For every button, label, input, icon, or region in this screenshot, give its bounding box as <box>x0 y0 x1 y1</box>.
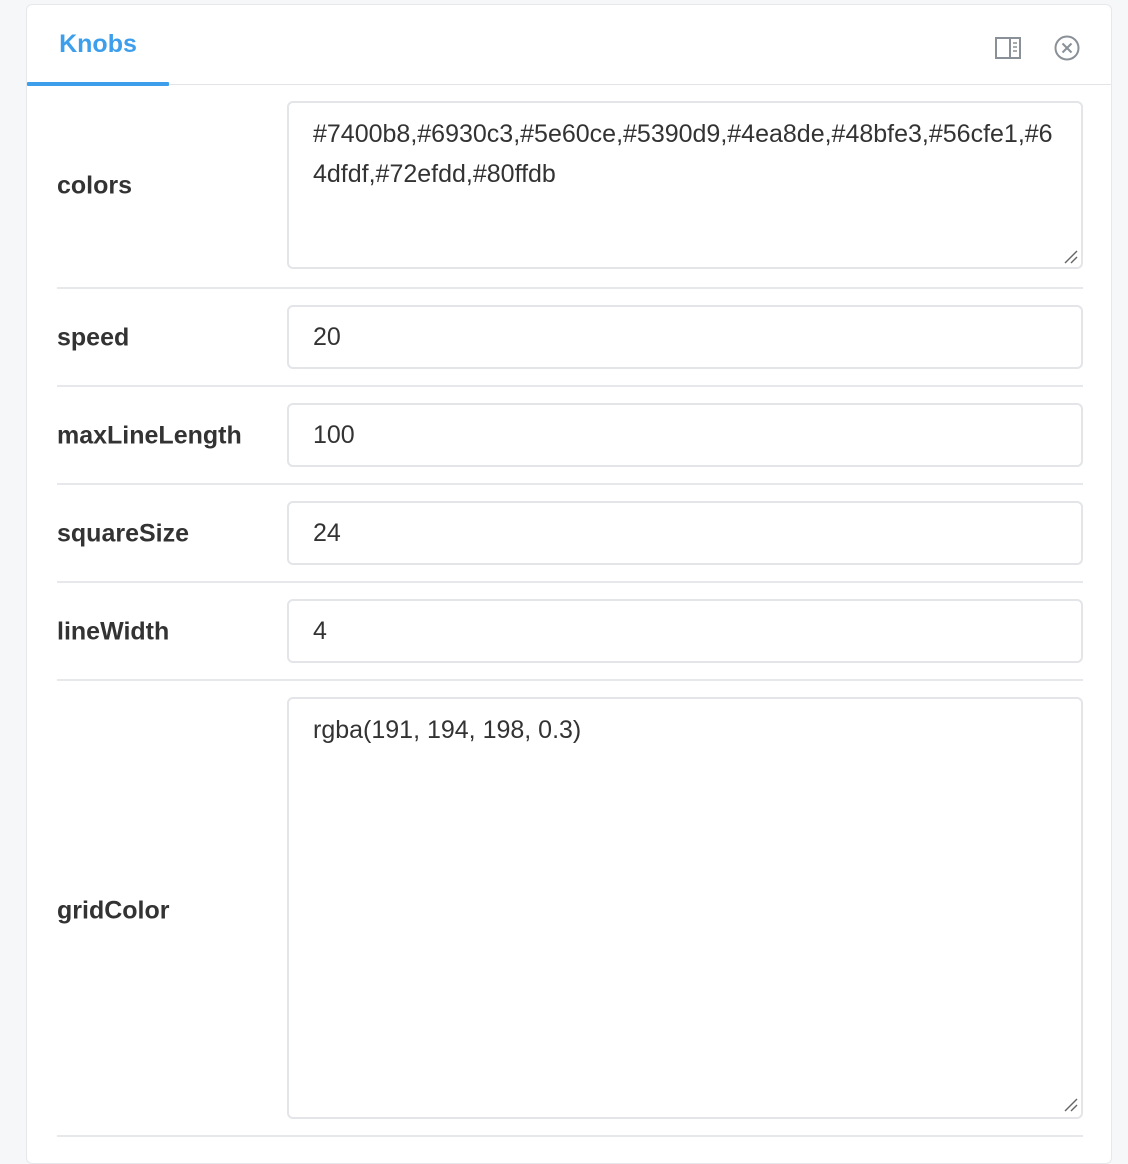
knob-label-gridcolor: gridColor <box>57 896 170 925</box>
addon-tab-bar: Knobs <box>27 5 1111 86</box>
knob-row-squaresize: squareSize <box>57 485 1083 583</box>
knob-label-maxlinelength: maxLineLength <box>57 421 242 450</box>
knob-row-linewidth: lineWidth <box>57 583 1083 681</box>
squaresize-input[interactable] <box>287 501 1083 565</box>
knob-row-maxlinelength: maxLineLength <box>57 387 1083 485</box>
knob-rows: colors #7400b8,#6930c3,#5e60ce,#5390d9,#… <box>57 85 1083 1137</box>
linewidth-input[interactable] <box>287 599 1083 663</box>
gridcolor-textarea[interactable]: rgba(191, 194, 198, 0.3) <box>287 697 1083 1119</box>
knob-label-squaresize: squareSize <box>57 519 190 548</box>
panel-layout-icon[interactable] <box>993 33 1023 63</box>
tab-knobs-label: Knobs <box>59 30 137 58</box>
colors-textarea[interactable]: #7400b8,#6930c3,#5e60ce,#5390d9,#4ea8de,… <box>287 101 1083 269</box>
maxlinelength-input[interactable] <box>287 403 1083 467</box>
knob-label-speed: speed <box>57 323 130 352</box>
knob-label-linewidth: lineWidth <box>57 617 170 646</box>
knobs-panel: Knobs colors #7400b8,#6930c3,#5e60ce,#53… <box>26 4 1112 1164</box>
tab-knobs[interactable]: Knobs <box>27 5 169 86</box>
knob-label-colors: colors <box>57 171 133 200</box>
knob-row-gridcolor: gridColor rgba(191, 194, 198, 0.3) <box>57 681 1083 1137</box>
knob-row-speed: speed <box>57 289 1083 387</box>
knob-row-colors: colors #7400b8,#6930c3,#5e60ce,#5390d9,#… <box>57 85 1083 289</box>
close-circle-icon[interactable] <box>1052 33 1082 63</box>
speed-input[interactable] <box>287 305 1083 369</box>
